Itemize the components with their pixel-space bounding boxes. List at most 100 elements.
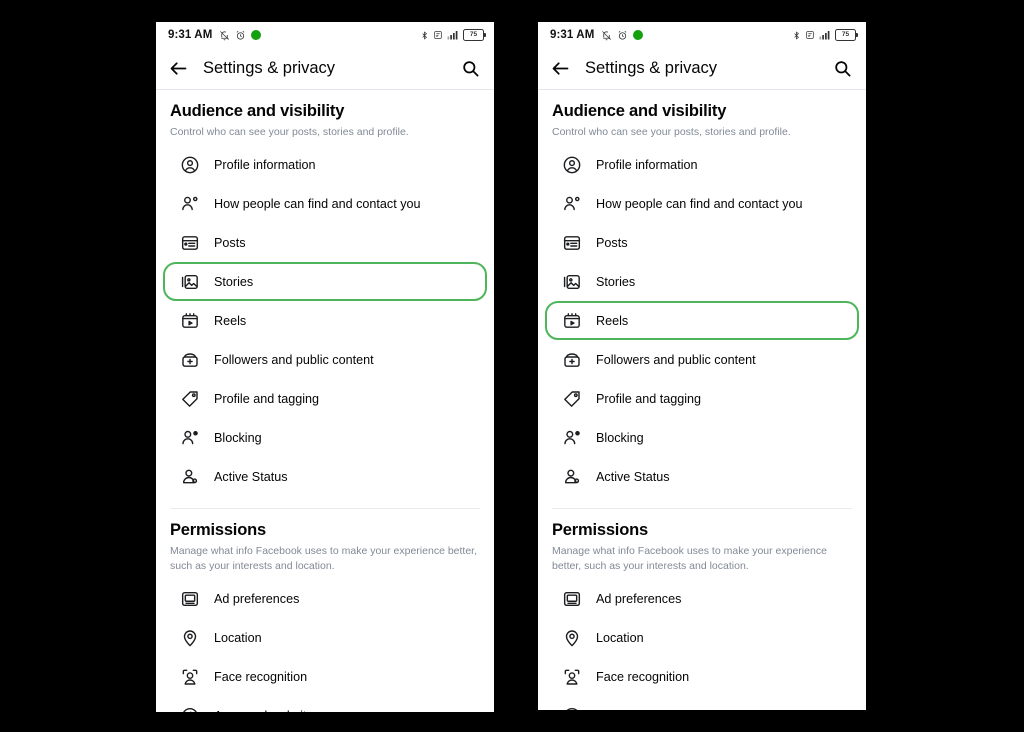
arrow-left-icon[interactable] — [168, 58, 189, 79]
tag-icon — [561, 388, 583, 410]
settings-row-blocking[interactable]: Blocking — [545, 418, 859, 457]
settings-row-face-recognition[interactable]: Face recognition — [545, 657, 859, 696]
settings-row-apps-and-websites[interactable]: Apps and websites — [163, 696, 487, 712]
settings-row-label: Posts — [596, 235, 628, 250]
settings-row-label: Followers and public content — [214, 352, 374, 367]
posts-icon — [179, 232, 201, 254]
settings-row-location[interactable]: Location — [545, 618, 859, 657]
settings-row-followers-and-public-content[interactable]: Followers and public content — [163, 340, 487, 379]
permissions-items-list-right: Ad preferences Location Face recognition Ap… — [538, 573, 866, 710]
section-subtitle: Manage what info Facebook uses to make y… — [552, 545, 827, 572]
bluetooth-icon — [792, 30, 801, 41]
tag-icon — [179, 388, 201, 410]
green-status-dot-icon — [633, 30, 644, 40]
status-bar-right-icons: 75 — [792, 29, 858, 41]
bell-muted-icon — [601, 30, 612, 41]
section-title: Permissions — [552, 521, 648, 540]
bluetooth-icon — [420, 30, 429, 41]
section-title: Permissions — [170, 521, 266, 540]
settings-row-how-people-can-find-and-contact-you[interactable]: How people can find and contact you — [545, 184, 859, 223]
alarm-clock-icon — [235, 30, 246, 41]
comparison-stage: 9:31 AM 75 Settings & privacy Audience a… — [0, 0, 1024, 732]
settings-row-label: Stories — [214, 274, 254, 289]
settings-row-label: How people can find and contact you — [214, 196, 421, 211]
settings-row-label: Location — [596, 630, 644, 645]
sync-arrows-icon — [561, 705, 583, 710]
settings-row-label: How people can find and contact you — [596, 196, 803, 211]
monitor-icon — [561, 588, 583, 610]
battery-icon: 75 — [463, 29, 486, 41]
settings-row-active-status[interactable]: Active Status — [163, 457, 487, 496]
section-subtitle: Manage what info Facebook uses to make y… — [170, 545, 478, 572]
location-pin-icon — [179, 627, 201, 649]
settings-row-label: Profile information — [214, 157, 316, 172]
settings-row-label: Ad preferences — [596, 591, 682, 606]
settings-row-ad-preferences[interactable]: Ad preferences — [545, 579, 859, 618]
settings-row-apps-and-websites[interactable]: Apps and websites — [545, 696, 859, 710]
status-bar-right-icons: 75 — [420, 29, 486, 41]
section-title: Audience and visibility — [552, 102, 727, 120]
green-status-dot-icon — [251, 30, 262, 40]
section-permissions: Permissions Manage what info Facebook us… — [156, 509, 494, 712]
followers-plus-icon — [561, 349, 583, 371]
settings-row-active-status[interactable]: Active Status — [545, 457, 859, 496]
followers-plus-icon — [179, 349, 201, 371]
settings-row-stories[interactable]: Stories — [163, 262, 487, 302]
settings-row-reels[interactable]: Reels — [545, 301, 859, 341]
settings-row-profile-and-tagging[interactable]: Profile and tagging — [163, 379, 487, 418]
person-search-icon — [179, 193, 201, 215]
settings-row-profile-information[interactable]: Profile information — [163, 145, 487, 184]
settings-row-face-recognition[interactable]: Face recognition — [163, 657, 487, 696]
settings-row-blocking[interactable]: Blocking — [163, 418, 487, 457]
profile-circle-icon — [561, 154, 583, 176]
app-bar: Settings & privacy — [538, 48, 866, 90]
settings-row-reels[interactable]: Reels — [163, 301, 487, 340]
settings-row-label: Reels — [214, 313, 247, 328]
signal-bars-icon — [447, 30, 459, 40]
settings-row-label: Followers and public content — [596, 352, 756, 367]
settings-content-right: Audience and visibility Control who can … — [538, 90, 866, 710]
section-subtitle: Control who can see your posts, stories … — [552, 125, 791, 138]
phone-screenshot-right: 9:31 AM 75 Settings & privacy Audience a… — [538, 22, 866, 710]
settings-row-label: Reels — [596, 313, 629, 328]
permissions-items-list-left: Ad preferences Location Face recognition Ap… — [156, 573, 494, 712]
section-audience-and-visibility: Audience and visibility Control who can … — [156, 90, 494, 498]
settings-row-followers-and-public-content[interactable]: Followers and public content — [545, 340, 859, 379]
page-title: Settings & privacy — [585, 59, 718, 77]
settings-row-label: Location — [214, 630, 262, 645]
settings-row-stories[interactable]: Stories — [545, 262, 859, 301]
settings-row-how-people-can-find-and-contact-you[interactable]: How people can find and contact you — [163, 184, 487, 223]
settings-row-ad-preferences[interactable]: Ad preferences — [163, 579, 487, 618]
section-header: Permissions Manage what info Facebook us… — [156, 509, 494, 573]
settings-row-location[interactable]: Location — [163, 618, 487, 657]
status-bar-time: 9:31 AM — [168, 29, 213, 41]
arrow-left-icon[interactable] — [550, 58, 571, 79]
phone-screenshot-left: 9:31 AM 75 Settings & privacy Audience a… — [156, 22, 494, 712]
stories-icon — [561, 271, 583, 293]
app-bar: Settings & privacy — [156, 48, 494, 90]
settings-row-profile-information[interactable]: Profile information — [545, 145, 859, 184]
bell-muted-icon — [219, 30, 230, 41]
battery-icon: 75 — [835, 29, 858, 41]
settings-row-label: Profile and tagging — [596, 391, 702, 406]
settings-row-posts[interactable]: Posts — [163, 223, 487, 262]
settings-row-label: Apps and websites — [214, 709, 320, 712]
settings-row-label: Active Status — [596, 469, 670, 484]
status-bar: 9:31 AM 75 — [156, 22, 494, 48]
settings-row-posts[interactable]: Posts — [545, 223, 859, 262]
settings-row-label: Blocking — [214, 430, 262, 445]
settings-row-label: Profile information — [596, 157, 698, 172]
search-icon[interactable] — [461, 59, 480, 78]
status-bar: 9:31 AM 75 — [538, 22, 866, 48]
settings-row-label: Face recognition — [596, 669, 690, 684]
section-subtitle: Control who can see your posts, stories … — [170, 125, 409, 138]
face-recognition-icon — [179, 666, 201, 688]
page-title: Settings & privacy — [203, 59, 336, 77]
settings-row-label: Posts — [214, 235, 246, 250]
settings-row-profile-and-tagging[interactable]: Profile and tagging — [545, 379, 859, 418]
alarm-clock-icon — [617, 30, 628, 41]
settings-row-label: Blocking — [596, 430, 644, 445]
profile-circle-icon — [179, 154, 201, 176]
search-icon[interactable] — [833, 59, 852, 78]
location-pin-icon — [561, 627, 583, 649]
